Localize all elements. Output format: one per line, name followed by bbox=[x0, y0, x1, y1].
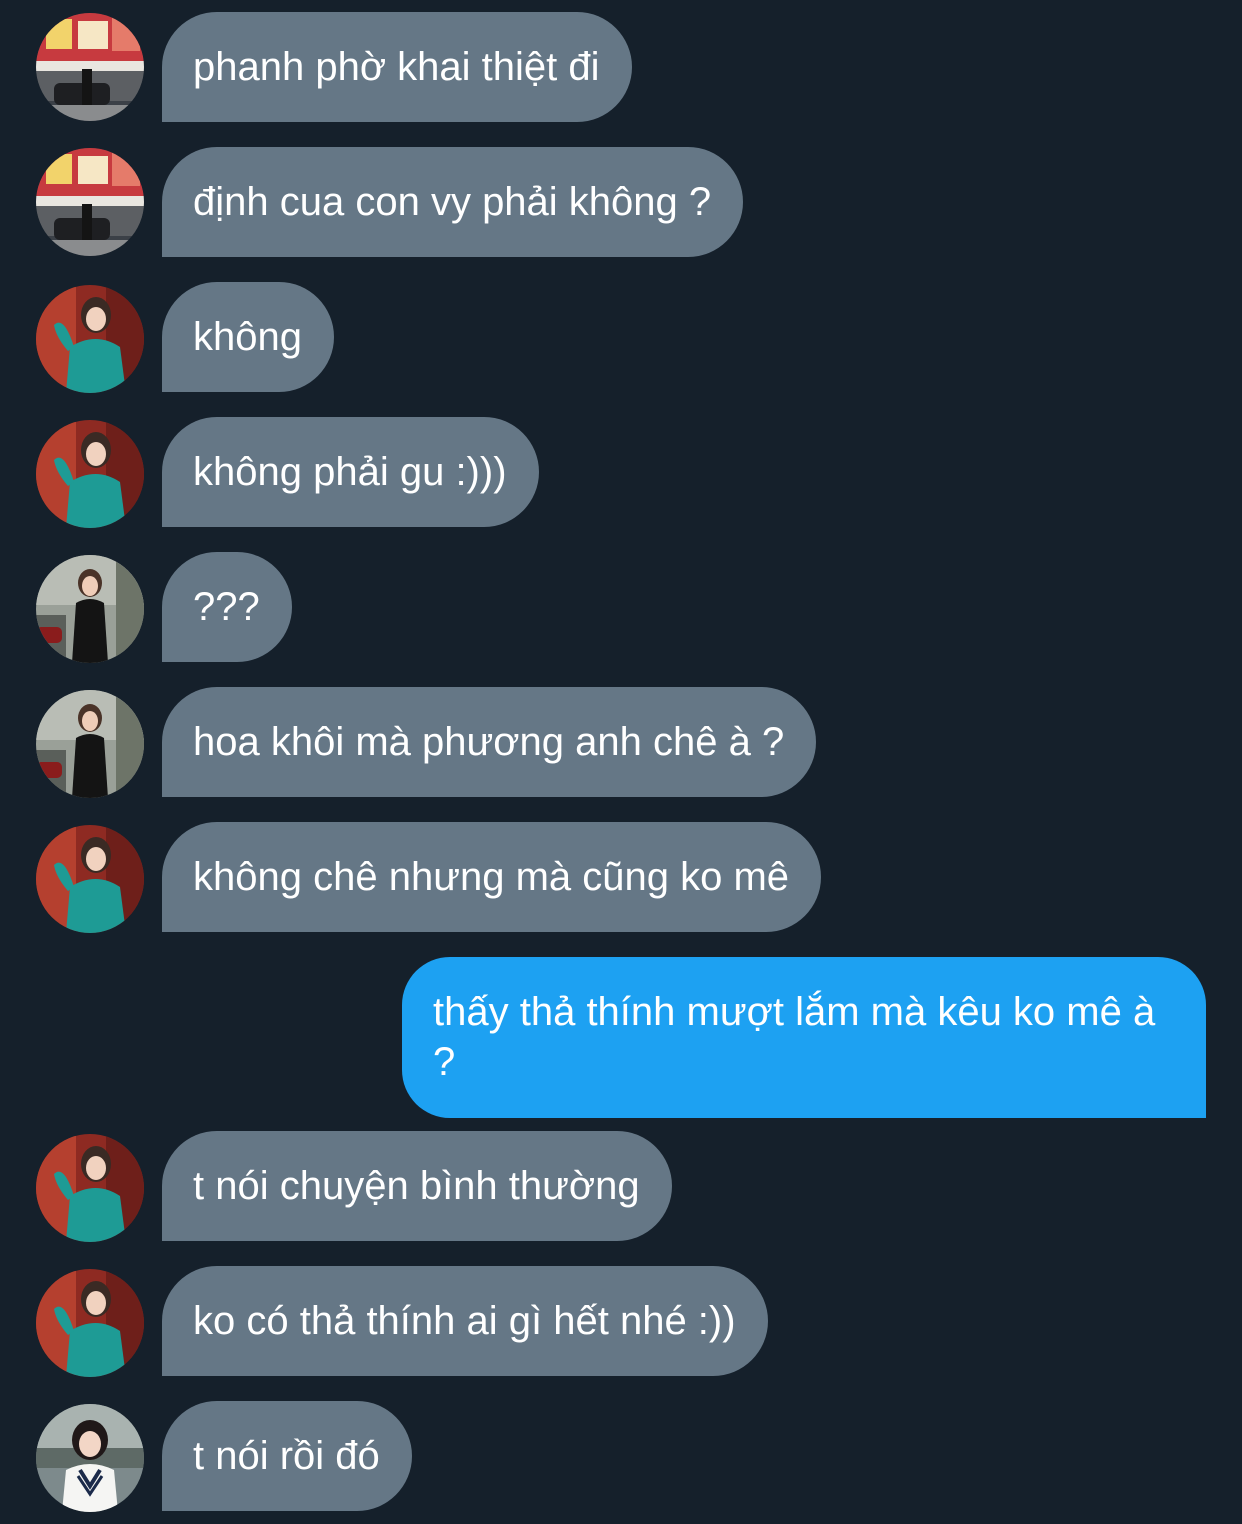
message-bubble[interactable]: không chê nhưng mà cũng ko mê bbox=[162, 822, 822, 932]
avatar-teal-dress-icon bbox=[36, 420, 144, 528]
avatar[interactable] bbox=[36, 1269, 144, 1377]
message-row: thấy thả thính mượt lắm mà kêu ko mê à ? bbox=[0, 957, 1242, 1118]
message-row: ko có thả thính ai gì hết nhé :)) bbox=[0, 1266, 1242, 1377]
avatar[interactable] bbox=[36, 13, 144, 121]
message-row: ??? bbox=[0, 552, 1242, 663]
chat-thread[interactable]: phanh phờ khai thiệt đi định cua con vy … bbox=[0, 0, 1242, 1524]
my-message-bubble[interactable]: thấy thả thính mượt lắm mà kêu ko mê à ? bbox=[402, 957, 1206, 1118]
message-bubble[interactable]: không phải gu :))) bbox=[162, 417, 539, 527]
avatar-teal-dress-icon bbox=[36, 285, 144, 393]
message-row: không chê nhưng mà cũng ko mê bbox=[0, 822, 1242, 933]
avatar-teal-dress-icon bbox=[36, 1134, 144, 1242]
message-row: không phải gu :))) bbox=[0, 417, 1242, 528]
message-bubble[interactable]: không bbox=[162, 282, 334, 392]
message-row: t nói chuyện bình thường bbox=[0, 1131, 1242, 1242]
avatar[interactable] bbox=[36, 285, 144, 393]
message-row: định cua con vy phải không ? bbox=[0, 147, 1242, 257]
avatar[interactable] bbox=[36, 825, 144, 933]
avatar-black-outfit-icon bbox=[36, 690, 144, 798]
avatar-storefront-icon bbox=[36, 148, 144, 256]
avatar[interactable] bbox=[36, 690, 144, 798]
avatar[interactable] bbox=[36, 148, 144, 256]
message-row: t nói rồi đó bbox=[0, 1401, 1242, 1512]
avatar[interactable] bbox=[36, 420, 144, 528]
message-bubble[interactable]: định cua con vy phải không ? bbox=[162, 147, 744, 257]
message-row: không bbox=[0, 282, 1242, 393]
message-bubble[interactable]: t nói rồi đó bbox=[162, 1401, 412, 1511]
avatar[interactable] bbox=[36, 1404, 144, 1512]
avatar-teal-dress-icon bbox=[36, 1269, 144, 1377]
message-bubble[interactable]: hoa khôi mà phương anh chê à ? bbox=[162, 687, 817, 797]
message-row: hoa khôi mà phương anh chê à ? bbox=[0, 687, 1242, 798]
avatar-storefront-icon bbox=[36, 13, 144, 121]
message-row: phanh phờ khai thiệt đi bbox=[0, 12, 1242, 122]
message-bubble[interactable]: phanh phờ khai thiệt đi bbox=[162, 12, 632, 122]
message-bubble[interactable]: ko có thả thính ai gì hết nhé :)) bbox=[162, 1266, 768, 1376]
message-bubble[interactable]: ??? bbox=[162, 552, 292, 662]
avatar[interactable] bbox=[36, 1134, 144, 1242]
message-bubble[interactable]: t nói chuyện bình thường bbox=[162, 1131, 672, 1241]
avatar-black-outfit-icon bbox=[36, 555, 144, 663]
avatar-teal-dress-icon bbox=[36, 825, 144, 933]
avatar-white-sweater-icon bbox=[36, 1404, 144, 1512]
avatar[interactable] bbox=[36, 555, 144, 663]
